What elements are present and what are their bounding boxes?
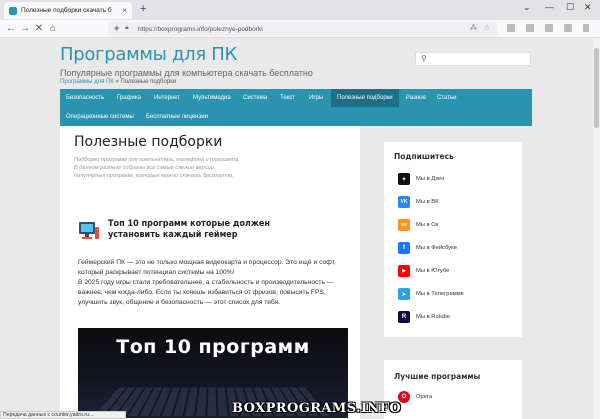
bookmark-star-icon[interactable]: ☆ [484, 24, 490, 32]
site-title[interactable]: Программы для ПК [60, 44, 237, 65]
site-subtitle: Популярные программы для компьютера скач… [60, 68, 313, 78]
browser-tab[interactable]: Полезные подборки скачать б × [4, 2, 132, 19]
gaming-pc-icon [79, 222, 99, 239]
main-menu: Безопасность Графика Интернет Мультимеди… [60, 89, 532, 126]
post-paragraph: Геймерский ПК — это не только мощная вид… [78, 259, 336, 276]
reader-icon[interactable] [526, 24, 534, 32]
best-programs-title: Лучшие программы [394, 372, 481, 381]
vk-icon: VK [398, 196, 410, 208]
breadcrumb-current: Полезные подборки [120, 79, 177, 85]
menu-item-system[interactable]: Система [237, 89, 273, 107]
subscribe-label: Мы в Фейсбуке [416, 245, 457, 251]
back-button[interactable]: ← [4, 23, 18, 34]
program-label: Opera [416, 394, 433, 400]
description-line: Подборки программ для компьютера, телефо… [74, 157, 240, 163]
menu-item-free-licenses[interactable]: Бесплатные лицензии [140, 108, 214, 126]
menu-item-text[interactable]: Текст [274, 89, 301, 107]
menu-item-articles[interactable]: Статьи [431, 89, 462, 107]
tab-title: Полезные подборки скачать б [21, 7, 112, 14]
browser-tab-bar: Полезные подборки скачать б × + ⌄ — ☐ ✕ [0, 0, 600, 20]
subscribe-link-ok[interactable]: ок Мы в Ок [398, 218, 438, 232]
chevron-down-icon[interactable]: ⌄ [523, 2, 531, 13]
subscribe-link-facebook[interactable]: f Мы в Фейсбуке [398, 241, 457, 255]
post-title-link[interactable]: Топ 10 программ которые должен установит… [108, 219, 308, 241]
stop-loading-button[interactable]: ✕ [32, 23, 46, 34]
search-input[interactable]: ⚲ [415, 52, 531, 66]
site-favicon-icon [9, 6, 17, 15]
maximize-button[interactable]: ☐ [566, 2, 574, 13]
telegram-icon: ➤ [398, 288, 410, 300]
subscribe-link-youtube[interactable]: ▶ Мы в Ютубе [398, 264, 449, 278]
menu-item-games[interactable]: Игры [303, 89, 329, 107]
ok-icon: ок [398, 219, 410, 231]
subscribe-label: Мы в Телеграмме [416, 291, 464, 297]
scrollbar-thumb[interactable] [594, 48, 599, 128]
lock-icon[interactable]: 🔒︎ [125, 24, 129, 32]
subscribe-link-dzen[interactable]: ✦ Мы в Дзен [398, 172, 444, 186]
close-window-button[interactable]: ✕ [584, 2, 592, 13]
post-excerpt: Геймерский ПК — это не только мощная вид… [78, 258, 343, 308]
close-tab-icon[interactable]: × [122, 6, 127, 15]
subscribe-label: Мы в Ютубе [416, 268, 450, 274]
menu-item-misc[interactable]: Разное [400, 89, 432, 107]
url-text: https://boxprograms.info/poleznye-podbor… [138, 25, 263, 33]
new-tab-button[interactable]: + [140, 3, 146, 15]
minimize-button[interactable]: — [545, 2, 554, 12]
page-title: Полезные подборки [74, 134, 223, 150]
downloads-icon[interactable] [564, 24, 572, 32]
menu-item-operating-systems[interactable]: Операционные системы [60, 108, 140, 126]
subscribe-link-rutube[interactable]: R Мы в Rutube [398, 310, 450, 324]
menu-item-internet[interactable]: Интернет [148, 89, 186, 107]
subscribe-label: Мы в Ок [416, 222, 439, 228]
description-line: популярных программ, которые можно скача… [74, 173, 234, 179]
menu-item-useful-collections[interactable]: Полезные подборки [331, 89, 399, 107]
translate-icon[interactable]: ⁂ [470, 24, 477, 32]
best-program-link-opera[interactable]: O Opera [398, 390, 432, 404]
menu-item-multimedia[interactable]: Мультимедиа [187, 89, 237, 107]
page-scrollbar[interactable] [593, 38, 600, 419]
subscribe-label: Мы в Дзен [416, 176, 445, 182]
address-bar[interactable]: ◈ 🔒︎ https://boxprograms.info/poleznye-p… [108, 22, 498, 36]
subscribe-label: Мы в ВК [416, 199, 439, 205]
extension-icon[interactable] [507, 24, 515, 32]
shield-icon[interactable]: ◈ [114, 24, 119, 32]
category-description: Подборки программ для компьютера, телефо… [74, 156, 274, 180]
menu-item-graphics[interactable]: Графика [111, 89, 147, 107]
facebook-icon: f [398, 242, 410, 254]
breadcrumb-separator: » [115, 79, 119, 85]
status-bar: Передача данных с counter.yadro.ru... [0, 411, 126, 419]
breadcrumb: Программы для ПК » Полезные подборки [60, 79, 176, 85]
subscribe-widget: Подпишитесь ✦ Мы в Дзен VK Мы в ВК ок Мы в … [384, 142, 522, 337]
watermark-text: BOXPROGRAMS.INFO [232, 401, 402, 416]
menu-item-security[interactable]: Безопасность [60, 89, 110, 107]
dzen-icon: ✦ [398, 173, 410, 185]
post-paragraph: В 2025 году игры стали требовательнее, а… [78, 279, 334, 306]
rutube-icon: R [398, 311, 410, 323]
forward-button[interactable]: → [18, 23, 32, 34]
best-programs-widget: Лучшие программы O Opera [384, 360, 522, 419]
subscribe-label: Мы в Rutube [416, 314, 450, 320]
home-button[interactable]: ⌂ [46, 23, 60, 34]
breadcrumb-home-link[interactable]: Программы для ПК [60, 79, 114, 85]
subscribe-link-vk[interactable]: VK Мы в ВК [398, 195, 439, 209]
subscribe-link-telegram[interactable]: ➤ Мы в Телеграмме [398, 287, 464, 301]
account-icon[interactable] [545, 24, 553, 32]
web-page: Программы для ПК Популярные программы дл… [0, 38, 593, 419]
post-card: Топ 10 программ которые должен установит… [60, 210, 360, 419]
search-icon[interactable]: ⚲ [421, 54, 427, 63]
menu-icon[interactable] [583, 24, 589, 32]
description-line: В данном разделе собраны все самые свежи… [74, 165, 214, 171]
subscribe-title: Подпишитесь [394, 152, 454, 161]
youtube-icon: ▶ [398, 265, 410, 277]
thumbnail-caption: Топ 10 программ [116, 336, 310, 358]
